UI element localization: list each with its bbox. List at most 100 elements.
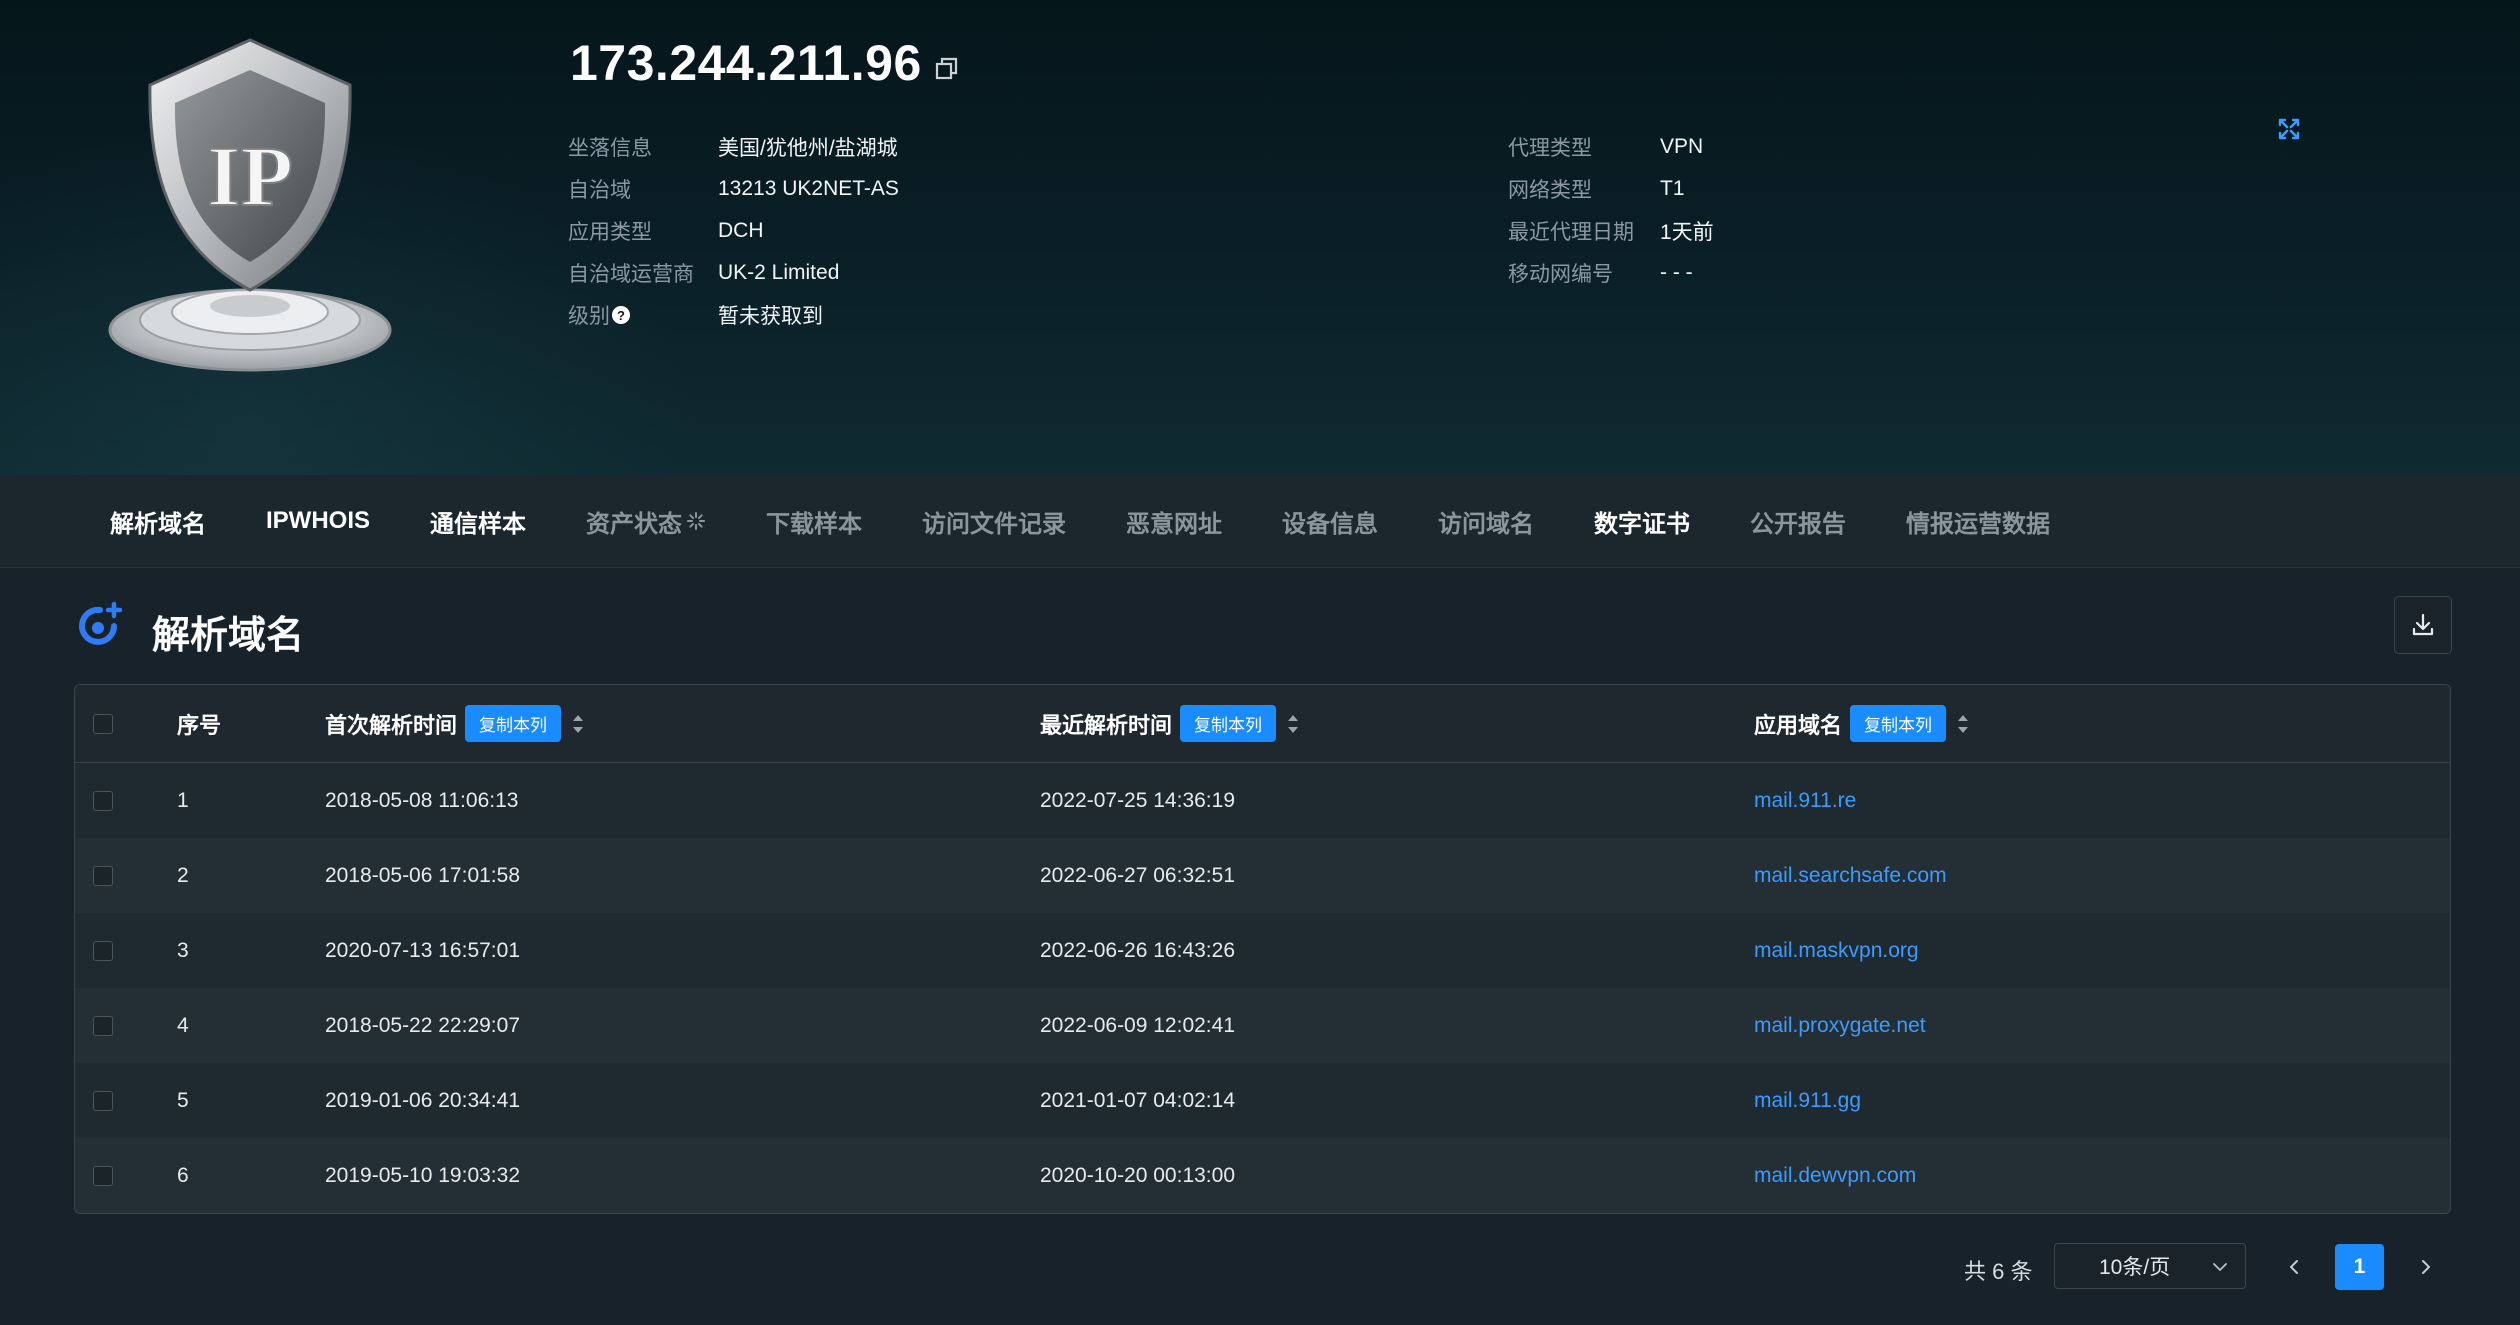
cell-domain-link[interactable]: mail.maskvpn.org	[1754, 939, 2450, 963]
cell-first-resolved: 2018-05-08 11:06:13	[325, 788, 519, 812]
tab-resolved-domains[interactable]: 解析域名	[110, 504, 206, 539]
cell-domain-link[interactable]: mail.dewvpn.com	[1754, 1164, 2450, 1188]
info-value: 13213 UK2NET-AS	[718, 177, 899, 200]
row-checkbox-cell	[75, 790, 177, 811]
cell-last-resolved: 2020-10-20 00:13:00	[1040, 1163, 1235, 1187]
info-row-asn: 自治域 13213 UK2NET-AS	[568, 168, 899, 210]
select-all-checkbox[interactable]	[93, 713, 113, 734]
tab-malicious-urls[interactable]: 恶意网址	[1126, 504, 1222, 539]
tab-accessed-domains[interactable]: 访问域名	[1438, 504, 1534, 539]
sort-icon[interactable]	[571, 712, 585, 736]
tab-ipwhois[interactable]: IPWHOIS	[266, 507, 370, 535]
table-row: 2 2018-05-06 17:01:58 2022-06-27 06:32:5…	[75, 838, 2450, 913]
info-column-left: 坐落信息 美国/犹他州/盐湖城 自治域 13213 UK2NET-AS 应用类型…	[568, 126, 899, 336]
sort-icon[interactable]	[1956, 712, 1970, 736]
tab-intel-operation-data[interactable]: 情报运营数据	[1906, 504, 2050, 539]
tab-digital-certificates[interactable]: 数字证书	[1594, 504, 1690, 539]
cell-last-resolved: 2022-06-09 12:02:41	[1040, 1013, 1235, 1037]
cell-domain-link[interactable]: mail.911.gg	[1754, 1089, 2450, 1113]
tab-label: 资产状态	[586, 510, 683, 538]
header-checkbox-cell	[75, 713, 177, 734]
table-row: 3 2020-07-13 16:57:01 2022-06-26 16:43:2…	[75, 913, 2450, 988]
resolved-domains-table: 序号 首次解析时间 复制本列 最近解析时间 复制本列 应用域名 复制本列 1 2…	[74, 684, 2451, 1214]
row-checkbox[interactable]	[93, 1015, 113, 1036]
cell-seq: 3	[177, 938, 189, 962]
row-checkbox[interactable]	[93, 1165, 113, 1186]
domain-section-icon	[79, 601, 123, 645]
expand-icon[interactable]	[2276, 116, 2302, 142]
info-label: 应用类型	[568, 221, 652, 244]
page-size-select[interactable]: 10条/页	[2054, 1243, 2246, 1289]
row-checkbox-cell	[75, 865, 177, 886]
tab-bar: 解析域名 IPWHOIS 通信样本 资产状态 下载样本 访问文件记录 恶意网址 …	[0, 475, 2520, 568]
copy-column-button[interactable]: 复制本列	[465, 705, 562, 742]
info-value: 暂未获取到	[718, 305, 823, 328]
info-value: T1	[1660, 177, 1685, 200]
row-checkbox[interactable]	[93, 790, 113, 811]
copy-column-button[interactable]: 复制本列	[1180, 705, 1277, 742]
cell-first-resolved: 2018-05-06 17:01:58	[325, 863, 520, 887]
page-number-button[interactable]: 1	[2335, 1244, 2384, 1290]
info-label: 级别	[568, 305, 610, 328]
tab-download-samples[interactable]: 下载样本	[766, 504, 862, 539]
info-value: DCH	[718, 219, 764, 242]
cell-domain-link[interactable]: mail.searchsafe.com	[1754, 864, 2450, 888]
ip-header: IP 173.244.211.96 坐落信息 美国/犹他州/盐湖城 自治域 13…	[0, 0, 2520, 475]
info-value: - - -	[1660, 261, 1693, 284]
row-checkbox[interactable]	[93, 1090, 113, 1111]
tab-communication-samples[interactable]: 通信样本	[430, 504, 526, 539]
tab-public-reports[interactable]: 公开报告	[1750, 504, 1846, 539]
info-row-location: 坐落信息 美国/犹他州/盐湖城	[568, 126, 899, 168]
next-page-button[interactable]	[2416, 1253, 2436, 1281]
ip-shield-logo: IP	[108, 38, 392, 372]
table-row: 6 2019-05-10 19:03:32 2020-10-20 00:13:0…	[75, 1138, 2450, 1213]
section-title: 解析域名	[152, 615, 305, 657]
copy-column-button[interactable]: 复制本列	[1850, 705, 1947, 742]
column-header-domain: 应用域名 复制本列	[1754, 705, 2450, 742]
info-label: 最近代理日期	[1508, 221, 1634, 244]
info-label: 代理类型	[1508, 137, 1592, 160]
info-label: 自治域	[568, 179, 631, 202]
loading-spinner-icon	[687, 512, 706, 530]
row-checkbox[interactable]	[93, 865, 113, 886]
info-value: 美国/犹他州/盐湖城	[718, 137, 898, 160]
prev-page-button[interactable]	[2284, 1253, 2304, 1281]
chevron-down-icon	[2213, 1263, 2227, 1271]
cell-seq: 4	[177, 1013, 189, 1037]
ip-address-title: 173.244.211.96	[570, 35, 922, 91]
help-icon[interactable]: ?	[612, 306, 630, 324]
column-header-seq: 序号	[177, 712, 222, 738]
logo-text: IP	[207, 128, 293, 224]
info-row-level: 级别 ? 暂未获取到	[568, 294, 899, 336]
info-label: 坐落信息	[568, 137, 652, 160]
row-checkbox-cell	[75, 1015, 177, 1036]
info-label-with-help: 级别 ?	[568, 300, 718, 330]
row-checkbox[interactable]	[93, 940, 113, 961]
sort-icon[interactable]	[1286, 712, 1300, 736]
cell-last-resolved: 2022-06-26 16:43:26	[1040, 938, 1235, 962]
info-row-app-type: 应用类型 DCH	[568, 210, 899, 252]
tab-file-access-records[interactable]: 访问文件记录	[922, 504, 1066, 539]
cell-seq: 5	[177, 1088, 189, 1112]
cell-last-resolved: 2022-07-25 14:36:19	[1040, 788, 1235, 812]
info-row-last-proxy-date: 最近代理日期 1天前	[1508, 210, 1714, 252]
row-checkbox-cell	[75, 1090, 177, 1111]
cell-domain-link[interactable]: mail.911.re	[1754, 789, 2450, 813]
tab-device-info[interactable]: 设备信息	[1282, 504, 1378, 539]
cell-seq: 1	[177, 788, 189, 812]
tab-asset-status[interactable]: 资产状态	[586, 504, 706, 539]
download-button[interactable]	[2394, 596, 2452, 654]
cell-last-resolved: 2021-01-07 04:02:14	[1040, 1088, 1235, 1112]
info-value: UK-2 Limited	[718, 261, 840, 284]
total-count: 共 6 条	[1964, 1259, 2033, 1284]
column-header-first-resolved: 首次解析时间 复制本列	[325, 705, 1040, 742]
table-header: 序号 首次解析时间 复制本列 最近解析时间 复制本列 应用域名 复制本列	[75, 685, 2450, 763]
table-row: 1 2018-05-08 11:06:13 2022-07-25 14:36:1…	[75, 763, 2450, 838]
cell-first-resolved: 2019-05-10 19:03:32	[325, 1163, 520, 1187]
column-header-label: 应用域名	[1754, 712, 1843, 738]
column-header-label: 首次解析时间	[325, 712, 458, 738]
cell-domain-link[interactable]: mail.proxygate.net	[1754, 1014, 2450, 1038]
row-checkbox-cell	[75, 940, 177, 961]
copy-icon[interactable]	[932, 54, 962, 84]
info-value: VPN	[1660, 135, 1704, 158]
